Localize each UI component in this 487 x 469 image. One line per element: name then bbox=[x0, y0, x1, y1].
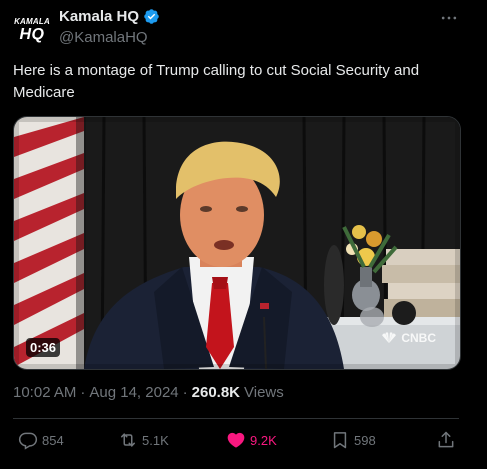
peacock-icon bbox=[382, 332, 397, 344]
video-duration: 0:36 bbox=[26, 338, 61, 357]
bookmark-button[interactable]: 598 bbox=[330, 430, 376, 450]
video-player[interactable]: 0:36 CNBC bbox=[13, 116, 461, 370]
views-label: Views bbox=[244, 384, 284, 401]
meta-separator: · bbox=[80, 384, 86, 401]
more-horizontal-icon[interactable] bbox=[439, 8, 459, 32]
repost-button[interactable]: 5.1K bbox=[118, 430, 169, 450]
meta-separator: · bbox=[182, 384, 188, 401]
share-button[interactable] bbox=[436, 430, 456, 450]
tweet-text: Here is a montage of Trump calling to cu… bbox=[13, 62, 420, 101]
repost-icon bbox=[121, 433, 135, 447]
reply-button[interactable]: 854 bbox=[18, 430, 64, 450]
verified-badge-icon[interactable] bbox=[143, 8, 160, 25]
author-name-row: Kamala HQ bbox=[59, 8, 160, 25]
avatar-text-line1: KAMALA bbox=[14, 16, 50, 26]
action-bar: 854 5.1K 9.2K 598 bbox=[18, 426, 458, 458]
tweet-meta: 10:02 AM · Aug 14, 2024 · 260.8K Views bbox=[13, 384, 284, 401]
divider bbox=[13, 418, 459, 419]
author-display-name[interactable]: Kamala HQ bbox=[59, 8, 139, 25]
reply-count: 854 bbox=[42, 432, 64, 448]
tweet-time[interactable]: 10:02 AM bbox=[13, 384, 76, 401]
flag-graphic bbox=[14, 117, 86, 369]
bookmark-count: 598 bbox=[354, 432, 376, 448]
tweet: KAMALA HQ Kamala HQ @KamalaHQ Here is a … bbox=[0, 0, 487, 469]
share-icon bbox=[438, 431, 454, 448]
tweet-date[interactable]: Aug 14, 2024 bbox=[89, 384, 178, 401]
watermark-text: CNBC bbox=[401, 331, 436, 345]
repost-count: 5.1K bbox=[142, 432, 169, 448]
like-button[interactable]: 9.2K bbox=[226, 430, 277, 450]
cnbc-watermark: CNBC bbox=[380, 331, 436, 345]
avatar-text-line2: HQ bbox=[19, 25, 45, 43]
avatar[interactable]: KAMALA HQ bbox=[12, 10, 52, 50]
heart-filled-icon bbox=[227, 432, 245, 448]
reply-icon bbox=[18, 432, 38, 450]
bookmark-icon bbox=[333, 432, 347, 449]
like-count: 9.2K bbox=[250, 432, 277, 448]
views-count[interactable]: 260.8K bbox=[192, 384, 240, 401]
author-handle[interactable]: @KamalaHQ bbox=[59, 29, 148, 46]
